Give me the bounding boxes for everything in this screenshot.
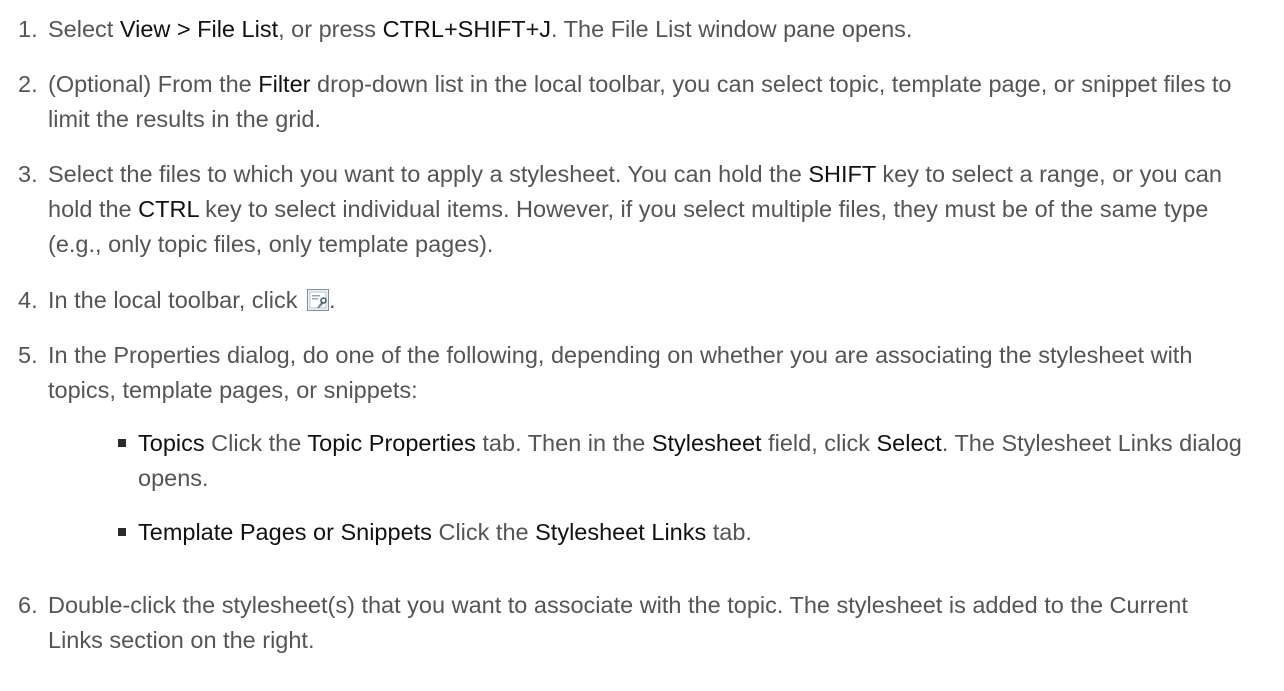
properties-icon: [307, 289, 330, 311]
step-text: In the Properties dialog, do one of the …: [48, 342, 1193, 403]
shortcut-key: CTRL+SHIFT+J: [382, 16, 552, 42]
step-number: 1.: [18, 16, 38, 42]
step-number: 2.: [18, 71, 38, 97]
step-text: In the local toolbar, click .: [48, 287, 336, 313]
shift-key: SHIFT: [808, 161, 876, 187]
step-text: Select View > File List, or press CTRL+S…: [48, 16, 913, 42]
procedure-document: 1. Select View > File List, or press CTR…: [0, 0, 1284, 691]
step-text: Select the files to which you want to ap…: [48, 161, 1222, 257]
bullet-marker: [118, 528, 126, 536]
step-number: 6.: [18, 592, 38, 618]
step-number: 3.: [18, 161, 38, 187]
step-number: 4.: [18, 287, 38, 313]
bullet-text: Template Pages or Snippets Click the Sty…: [138, 519, 752, 545]
step-text: Double-click the stylesheet(s) that you …: [48, 592, 1188, 653]
bullet-marker: [118, 439, 126, 447]
ctrl-key: CTRL: [138, 196, 199, 222]
bullet-text: Topics Click the Topic Properties tab. T…: [138, 430, 1242, 491]
filter-label: Filter: [258, 71, 311, 97]
step-text: (Optional) From the Filter drop-down lis…: [48, 71, 1232, 132]
menu-path: View > File List: [119, 16, 279, 42]
step-number: 5.: [18, 342, 38, 368]
